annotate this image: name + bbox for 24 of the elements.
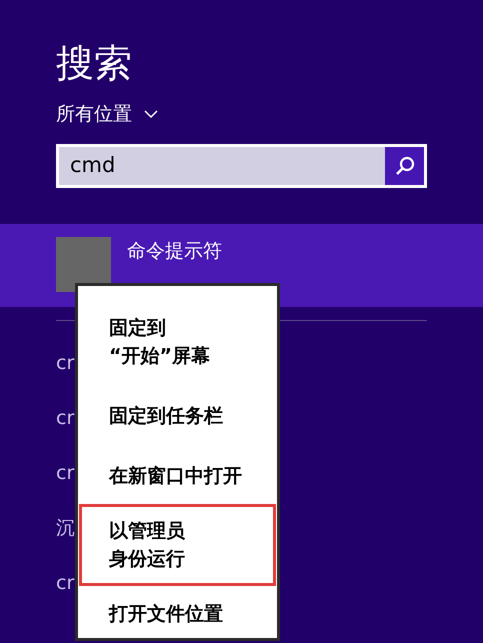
search-icon (394, 155, 416, 177)
menu-item-text: 在新窗口中打开 (109, 464, 242, 489)
search-input[interactable]: cmd (59, 147, 385, 185)
menu-item-text: 以管理员 (109, 519, 185, 544)
menu-item-text: 身份运行 (109, 547, 185, 572)
menu-item-text: 打开文件位置 (109, 602, 223, 627)
result-name[interactable]: cr (56, 404, 74, 432)
menu-item-text: 固定到任务栏 (109, 404, 223, 429)
chevron-down-icon (144, 110, 158, 118)
result-name[interactable]: cr (56, 569, 74, 597)
search-field[interactable]: cmd (56, 144, 427, 188)
result-name[interactable]: 沉 (56, 514, 75, 542)
search-button[interactable] (385, 147, 424, 185)
menu-item-text: 固定到 (109, 316, 166, 341)
scope-dropdown[interactable]: 所有位置 (56, 100, 158, 128)
menu-item[interactable]: 以管理员 身份运行 (79, 504, 276, 586)
pane-title: 搜索 (56, 40, 133, 86)
menu-item-text: “开始”屏幕 (109, 344, 210, 369)
menu-item[interactable]: 固定到任务栏 (81, 386, 274, 446)
result-name[interactable]: cr (56, 349, 74, 377)
menu-item[interactable]: 打开文件位置 (81, 584, 274, 643)
app-name: 命令提示符 (127, 239, 222, 264)
result-name[interactable]: cr (56, 459, 74, 487)
menu-item[interactable]: 在新窗口中打开 (81, 446, 274, 506)
